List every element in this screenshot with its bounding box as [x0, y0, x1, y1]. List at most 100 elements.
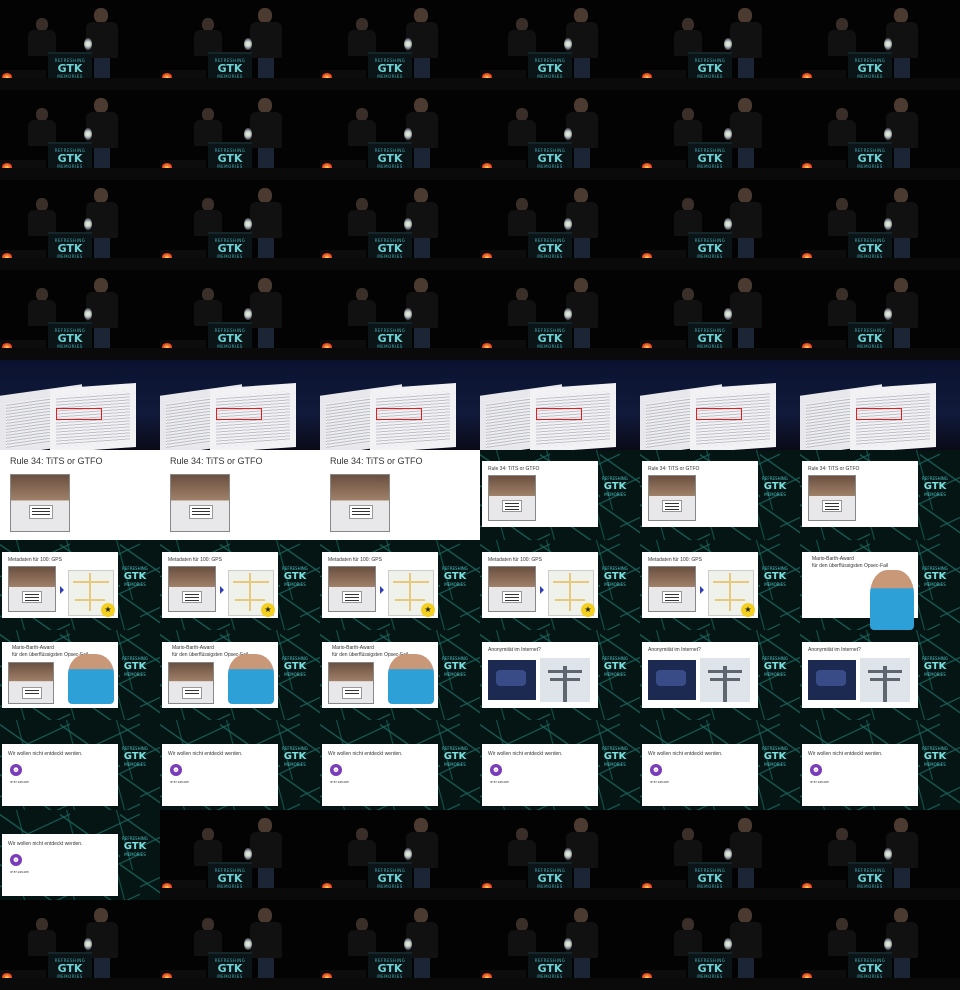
book-frame — [320, 360, 480, 450]
slide-anonymity: Anonymität im Internet? — [802, 642, 918, 708]
video-frame-thumbnail: REFRESHING GTK MEMORIES — [480, 270, 640, 360]
video-frame-thumbnail: REFRESHING GTK MEMORIES — [480, 810, 640, 900]
podium-flowers — [884, 848, 892, 860]
podium-flowers — [404, 308, 412, 320]
video-frame-thumbnail: REFRESHING GTK MEMORIES — [320, 180, 480, 270]
jar-photo — [808, 475, 856, 521]
podium-logo: REFRESHING GTK MEMORIES — [54, 328, 86, 349]
map-image: ★ — [708, 570, 755, 617]
jar-photo — [648, 566, 696, 612]
podium-logo: REFRESHING GTK MEMORIES — [374, 238, 406, 259]
book-frame — [480, 360, 640, 450]
background-logo: REFRESHING GTK MEMORIES — [602, 656, 628, 677]
slide-title: Wir wollen nicht entdeckt werden. — [8, 841, 83, 847]
slide-title: Rule 34: TiTS or GTFO — [170, 456, 263, 466]
highlight-box — [856, 408, 902, 420]
podium-logo: REFRESHING GTK MEMORIES — [374, 148, 406, 169]
podium-flowers — [724, 308, 732, 320]
book-frame — [800, 360, 960, 450]
background-logo: REFRESHING GTK MEMORIES — [762, 476, 788, 497]
podium-logo: REFRESHING GTK MEMORIES — [54, 148, 86, 169]
video-frame-thumbnail: REFRESHING GTK MEMORIES — [0, 270, 160, 360]
background-logo: REFRESHING GTK MEMORIES — [122, 746, 148, 767]
video-frame-thumbnail: REFRESHING GTK MEMORIES Metadaten für 10… — [320, 540, 480, 630]
video-frame-thumbnail: REFRESHING GTK MEMORIES Anonymität im In… — [640, 630, 800, 720]
video-frame-thumbnail: REFRESHING GTK MEMORIES Mario-Barth-Awar… — [0, 630, 160, 720]
background-logo: REFRESHING GTK MEMORIES — [442, 746, 468, 767]
video-frame-thumbnail: REFRESHING GTK MEMORIES Wir wollen nicht… — [0, 810, 160, 900]
video-frame-thumbnail: REFRESHING GTK MEMORIES — [640, 180, 800, 270]
highlight-box — [56, 408, 102, 420]
video-frame-thumbnail — [800, 360, 960, 450]
video-frame-thumbnail: REFRESHING GTK MEMORIES — [320, 270, 480, 360]
slide-title: Mario-Barth-Award — [332, 645, 374, 651]
video-frame-thumbnail: REFRESHING GTK MEMORIES Anonymität im In… — [800, 630, 960, 720]
video-frame-thumbnail: REFRESHING GTK MEMORIES — [0, 90, 160, 180]
police-badge-icon: ★ — [261, 603, 275, 617]
slide-title: Metadaten für 100: GPS — [168, 557, 222, 563]
slide-hidden: Wir wollen nicht entdeckt werden. ☻ IP 8… — [642, 744, 758, 806]
podium-logo: REFRESHING GTK MEMORIES — [374, 958, 406, 979]
slide-title: Rule 34: TiTS or GTFO — [330, 456, 423, 466]
podium-logo: REFRESHING GTK MEMORIES — [854, 328, 886, 349]
slide-anonymity: Anonymität im Internet? — [482, 642, 598, 708]
slide-rule34: Rule 34: TiTS or GTFO — [320, 450, 480, 540]
slide-rule34: Rule 34: TiTS or GTFO — [0, 450, 160, 540]
stage-frame: REFRESHING GTK MEMORIES — [160, 270, 320, 360]
surveillance-sign-photo — [808, 660, 856, 700]
video-frame-thumbnail: REFRESHING GTK MEMORIES — [640, 0, 800, 90]
podium-flowers — [884, 218, 892, 230]
video-frame-thumbnail: REFRESHING GTK MEMORIES — [800, 900, 960, 990]
slide-title: Metadaten für 100: GPS — [488, 557, 542, 563]
video-frame-thumbnail: Rule 34: TiTS or GTFO — [0, 450, 160, 540]
stage-frame: REFRESHING GTK MEMORIES — [320, 90, 480, 180]
map-image: ★ — [68, 570, 115, 617]
video-frame-thumbnail: REFRESHING GTK MEMORIES — [320, 0, 480, 90]
podium-logo: REFRESHING GTK MEMORIES — [694, 868, 726, 889]
slide-hidden: Wir wollen nicht entdeckt werden. ☻ IP 8… — [322, 744, 438, 806]
podium-flowers — [404, 38, 412, 50]
police-badge-icon: ★ — [581, 603, 595, 617]
jar-photo — [488, 566, 536, 612]
background-logo: REFRESHING GTK MEMORIES — [282, 566, 308, 587]
video-frame-thumbnail: REFRESHING GTK MEMORIES — [800, 180, 960, 270]
podium-flowers — [84, 38, 92, 50]
slide-rule34: Rule 34: TiTS or GTFO — [642, 461, 758, 527]
stage-frame: REFRESHING GTK MEMORIES — [480, 0, 640, 90]
podium-logo: REFRESHING GTK MEMORIES — [854, 868, 886, 889]
video-frame-thumbnail: REFRESHING GTK MEMORIES — [480, 0, 640, 90]
podium-flowers — [84, 308, 92, 320]
jar-photo — [8, 566, 56, 612]
podium-logo: REFRESHING GTK MEMORIES — [534, 58, 566, 79]
podium-flowers — [884, 128, 892, 140]
background-logo: REFRESHING GTK MEMORIES — [122, 656, 148, 677]
podium-flowers — [244, 128, 252, 140]
background-logo: REFRESHING GTK MEMORIES — [922, 566, 948, 587]
podium-flowers — [564, 308, 572, 320]
podium-logo: REFRESHING GTK MEMORIES — [54, 958, 86, 979]
podium-flowers — [404, 218, 412, 230]
podium-flowers — [884, 308, 892, 320]
devil-face-icon: ☻ — [330, 764, 342, 776]
ip-address: IP 87.229.005 — [650, 780, 669, 784]
podium-logo: REFRESHING GTK MEMORIES — [694, 148, 726, 169]
video-frame-thumbnail — [480, 360, 640, 450]
devil-face-icon: ☻ — [10, 854, 22, 866]
background-logo: REFRESHING GTK MEMORIES — [442, 566, 468, 587]
slide-metadata: Metadaten für 100: GPS ★ — [322, 552, 438, 618]
cell-tower-photo — [860, 658, 910, 702]
background-logo: REFRESHING GTK MEMORIES — [922, 656, 948, 677]
video-frame-thumbnail: REFRESHING GTK MEMORIES — [480, 900, 640, 990]
slide-award: Mario-Barth-Award für den überflüssigste… — [802, 552, 918, 630]
slide-title: Wir wollen nicht entdeckt werden. — [8, 751, 83, 757]
slide-hidden: Wir wollen nicht entdeckt werden. ☻ IP 8… — [802, 744, 918, 806]
ip-address: IP 87.229.005 — [490, 780, 509, 784]
video-frame-thumbnail: REFRESHING GTK MEMORIES Mario-Barth-Awar… — [800, 540, 960, 630]
video-frame-thumbnail: REFRESHING GTK MEMORIES Wir wollen nicht… — [160, 720, 320, 810]
cell-tower-photo — [540, 658, 590, 702]
ip-address: IP 87.229.005 — [10, 870, 29, 874]
surveillance-sign-photo — [648, 660, 696, 700]
video-frame-thumbnail: Rule 34: TiTS or GTFO — [320, 450, 480, 540]
stage-frame: REFRESHING GTK MEMORIES — [640, 270, 800, 360]
slide-title: Metadaten für 100: GPS — [648, 557, 702, 563]
